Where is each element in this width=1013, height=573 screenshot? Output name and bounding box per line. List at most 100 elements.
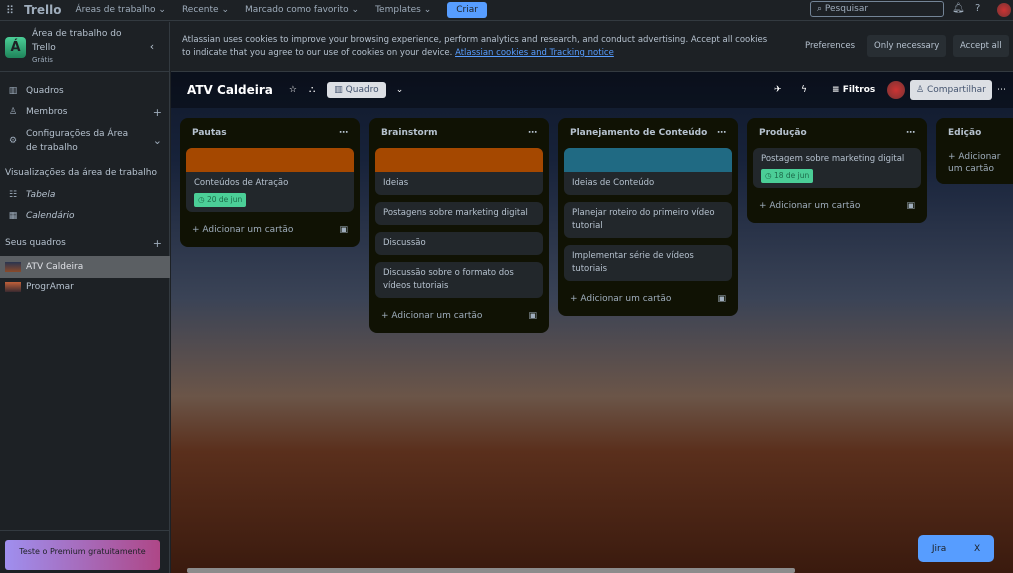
board-label: ProgrAmar — [26, 282, 74, 292]
template-icon[interactable]: ▣ — [717, 293, 726, 305]
sidebar-item-table[interactable]: ☷ Tabela — [0, 190, 170, 200]
view-label: Quadro — [345, 85, 379, 95]
list-header[interactable]: Produção ⋯ — [753, 118, 921, 148]
search-placeholder: Pesquisar — [824, 4, 869, 14]
visibility-icon[interactable]: ⛬ — [309, 85, 315, 95]
template-icon[interactable]: ▣ — [906, 200, 915, 212]
card[interactable]: Postagem sobre marketing digital ◷ 18 de … — [753, 148, 921, 188]
card[interactable]: Conteúdos de Atração ◷ 20 de jun — [186, 148, 354, 212]
list-title[interactable]: Brainstorm — [381, 128, 438, 138]
add-card-button[interactable]: + Adicionar um cartão ▣ — [564, 288, 732, 310]
search-input[interactable]: ⌕ Pesquisar — [810, 1, 944, 17]
cookie-notice-link[interactable]: Atlassian cookies and Tracking notice — [455, 48, 614, 58]
avatar[interactable] — [997, 3, 1011, 17]
card-title: Postagens sobre marketing digital — [383, 208, 528, 218]
chevron-down-icon[interactable]: ⌄ — [396, 85, 404, 95]
sidebar-item-members[interactable]: ♙ Membros + — [0, 106, 170, 119]
nav-recent[interactable]: Recente ⌄ — [182, 5, 229, 15]
filters-label: Filtros — [842, 85, 876, 95]
list-header[interactable]: Planejamento de Conteúdo ⋯ — [564, 118, 732, 148]
plus-icon: + — [381, 311, 389, 321]
card[interactable]: Postagens sobre marketing digital — [375, 202, 543, 225]
sidebar-item-label: Membros — [26, 107, 68, 117]
star-icon[interactable]: ☆ — [289, 85, 297, 95]
card-title: Discussão — [383, 238, 426, 248]
template-icon[interactable]: ▣ — [339, 224, 348, 236]
trello-logo[interactable]: Trello — [24, 3, 61, 17]
list-title[interactable]: Planejamento de Conteúdo — [570, 128, 707, 138]
add-card-label: Adicionar um cartão — [391, 311, 483, 321]
add-card-button[interactable]: + Adicionar um cartão ▣ — [186, 219, 354, 241]
jira-widget[interactable]: Jira X — [918, 535, 994, 562]
app-switcher-icon[interactable]: ⠿ — [6, 4, 14, 17]
clock-icon: ◷ — [765, 171, 772, 180]
nav-starred[interactable]: Marcado como favorito ⌄ — [245, 5, 359, 15]
close-jira-button[interactable]: X — [974, 544, 980, 554]
notifications-icon[interactable]: 🔔︎ — [952, 3, 965, 14]
calendar-icon: ▦ — [8, 211, 18, 221]
list-title[interactable]: Pautas — [192, 128, 227, 138]
help-icon[interactable]: ? — [975, 3, 980, 14]
accept-all-button[interactable]: Accept all — [953, 35, 1009, 57]
automation-icon[interactable]: ϟ — [801, 85, 807, 95]
preferences-button[interactable]: Preferences — [798, 35, 862, 57]
card[interactable]: Discussão — [375, 232, 543, 255]
list-menu-icon[interactable]: ⋯ — [717, 128, 726, 138]
sidebar-item-settings[interactable]: ⚙ Configurações da Área de trabalho ⌄ — [0, 127, 170, 155]
sidebar-board-programar[interactable]: ProgrAmar — [0, 282, 170, 292]
premium-label: Teste o Premium gratuitamente — [19, 547, 146, 556]
share-button[interactable]: ♙ Compartilhar — [910, 80, 992, 100]
horizontal-scrollbar[interactable] — [187, 568, 795, 573]
add-card-label: Adicionar um cartão — [769, 201, 861, 211]
list-title[interactable]: Produção — [759, 128, 807, 138]
card[interactable]: Ideias — [375, 148, 543, 195]
card[interactable]: Discussão sobre o formato dos vídeos tut… — [375, 262, 543, 298]
add-card-button[interactable]: + Adicionar um cartão — [942, 148, 1007, 178]
sidebar-board-atv-caldeira[interactable]: ATV Caldeira — [0, 256, 170, 278]
chevron-down-icon[interactable]: ⌄ — [153, 134, 162, 148]
boards-heading: Seus quadros + — [0, 237, 170, 250]
card[interactable]: Ideias de Conteúdo — [564, 148, 732, 195]
card[interactable]: Planejar roteiro do primeiro vídeo tutor… — [564, 202, 732, 238]
view-switcher-board[interactable]: ▥ Quadro — [327, 82, 386, 98]
workspace-plan: Grátis — [32, 56, 53, 64]
share-label: Compartilhar — [926, 85, 986, 95]
board-title[interactable]: ATV Caldeira — [187, 83, 273, 97]
list-header[interactable]: Pautas ⋯ — [186, 118, 354, 148]
add-card-label: Adicionar um cartão — [580, 294, 672, 304]
member-avatar[interactable] — [887, 81, 905, 99]
list: Brainstorm ⋯ Ideias Postagens sobre marketi… — [369, 118, 549, 333]
sidebar-item-calendar[interactable]: ▦ Calendário — [0, 211, 170, 221]
collapse-sidebar-button[interactable]: ‹ — [142, 37, 162, 57]
list-header[interactable]: Edição — [942, 118, 1007, 148]
sidebar-item-label: Quadros — [26, 86, 64, 96]
due-date-badge[interactable]: ◷ 18 de jun — [761, 169, 814, 183]
list-title[interactable]: Edição — [948, 128, 981, 138]
sidebar-item-boards[interactable]: ▥ Quadros — [0, 86, 170, 96]
power-ups-icon[interactable]: ✈ — [774, 85, 782, 95]
card[interactable]: Implementar série de vídeos tutoriais — [564, 245, 732, 281]
due-date-badge[interactable]: ◷ 20 de jun — [194, 193, 247, 207]
only-necessary-button[interactable]: Only necessary — [867, 35, 947, 57]
list-menu-icon[interactable]: ⋯ — [339, 128, 348, 138]
premium-trial-button[interactable]: Teste o Premium gratuitamente — [5, 540, 160, 570]
list-header[interactable]: Brainstorm ⋯ — [375, 118, 543, 148]
add-card-label: Adicionar um cartão — [202, 225, 294, 235]
jira-label[interactable]: Jira — [932, 544, 946, 554]
filters-button[interactable]: ≡ Filtros — [832, 85, 875, 95]
list-menu-icon[interactable]: ⋯ — [528, 128, 537, 138]
create-button[interactable]: Criar — [447, 2, 487, 18]
template-icon[interactable]: ▣ — [528, 310, 537, 322]
sidebar: Á Área de trabalho do Trello Grátis ‹ ▥ Q… — [0, 22, 170, 573]
add-card-button[interactable]: + Adicionar um cartão ▣ — [753, 195, 921, 217]
board-thumbnail — [5, 262, 21, 272]
list-menu-icon[interactable]: ⋯ — [906, 128, 915, 138]
workspace-logo: Á — [5, 37, 26, 58]
add-member-icon[interactable]: + — [153, 106, 162, 119]
add-board-icon[interactable]: + — [153, 237, 162, 250]
nav-workspaces[interactable]: Áreas de trabalho ⌄ — [75, 5, 165, 15]
more-menu-icon[interactable]: ⋯ — [997, 85, 1006, 95]
nav-templates[interactable]: Templates ⌄ — [375, 5, 431, 15]
add-card-button[interactable]: + Adicionar um cartão ▣ — [375, 305, 543, 327]
due-date: 20 de jun — [206, 195, 243, 204]
